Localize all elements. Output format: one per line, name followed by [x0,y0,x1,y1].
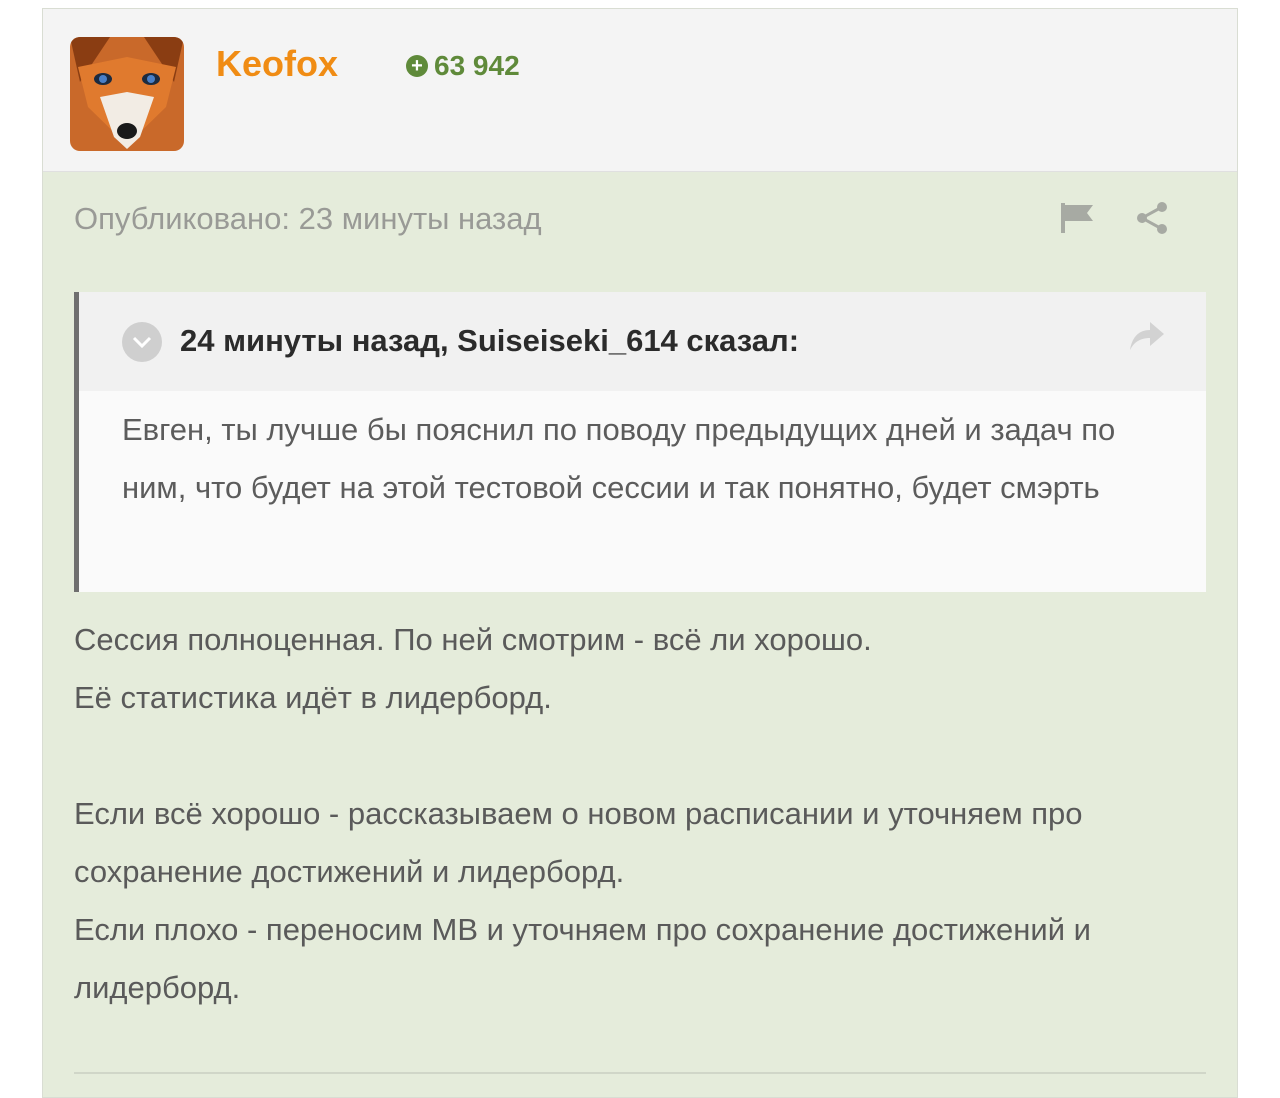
quote-header: 24 минуты назад, Suiseiseki_614 сказал: [79,292,1206,391]
post-published-time: Опубликовано: 23 минуты назад [74,201,542,236]
flag-icon[interactable] [1059,203,1097,238]
reputation-badge: + 63 942 [406,50,520,82]
post-paragraph: Сессия полноценная. По ней смотрим - всё… [74,622,872,657]
post-paragraph: Её статистика идёт в лидерборд. [74,680,552,715]
fox-avatar-icon [70,37,184,151]
divider [74,1072,1206,1074]
post-paragraph: Если всё хорошо - рассказываем о новом р… [74,796,1083,889]
username-link[interactable]: Keofox [216,43,338,85]
avatar[interactable] [70,37,184,151]
go-to-quote-icon[interactable] [1128,320,1166,357]
post-content: Сессия полноценная. По ней смотрим - всё… [74,611,1174,1017]
reputation-value: 63 942 [434,50,520,81]
post-card: Keofox + 63 942 Опубликовано: 23 минуты … [42,8,1238,1098]
post-actions [1059,201,1169,240]
share-icon[interactable] [1135,201,1169,240]
post-paragraph: Если плохо - переносим МВ и уточняем про… [74,912,1091,1005]
plus-circle-icon: + [406,55,428,77]
author-bar: Keofox + 63 942 [43,9,1237,172]
quote-citation: 24 минуты назад, Suiseiseki_614 сказал: [180,323,800,358]
collapse-toggle-icon[interactable] [122,322,162,362]
quote-block: 24 минуты назад, Suiseiseki_614 сказал: … [74,292,1206,592]
quote-text: Евген, ты лучше бы пояснил по поводу пре… [122,412,1116,505]
